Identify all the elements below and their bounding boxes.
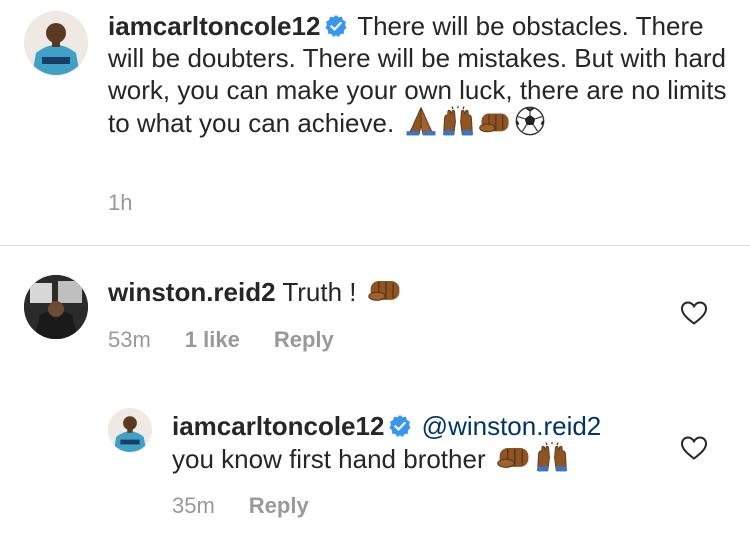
post-username[interactable]: iamcarltoncole12: [108, 11, 320, 41]
oncoming-fist-icon: [478, 108, 512, 136]
reply-text: you know first hand brother: [172, 444, 486, 474]
comment-timestamp[interactable]: 53m: [108, 327, 151, 353]
reply-timestamp[interactable]: 35m: [172, 493, 215, 519]
avatar[interactable]: [108, 408, 152, 452]
verified-badge-icon: [388, 414, 412, 438]
divider: [0, 245, 750, 246]
comment-meta: 53m 1 like Reply: [108, 327, 334, 353]
oncoming-fist-icon: [367, 275, 403, 305]
verified-badge-icon: [324, 14, 348, 38]
reply-button[interactable]: Reply: [274, 327, 334, 353]
avatar[interactable]: [24, 275, 88, 339]
soccer-ball-icon: [515, 106, 545, 136]
post-timestamp[interactable]: 1h: [108, 190, 132, 216]
comment-body: winston.reid2 Truth !: [108, 275, 648, 308]
raising-hands-icon: [535, 442, 569, 472]
like-heart-icon[interactable]: [680, 435, 708, 461]
post-meta: 1h: [108, 190, 132, 216]
folded-hands-icon: [404, 106, 438, 136]
reply-meta: 35m Reply: [172, 493, 309, 519]
oncoming-fist-icon: [496, 442, 532, 472]
avatar[interactable]: [24, 11, 88, 75]
comment-username[interactable]: winston.reid2: [108, 277, 276, 307]
reply-mention-link[interactable]: @winston.reid2: [422, 411, 602, 441]
like-heart-icon[interactable]: [680, 300, 708, 326]
raising-hands-icon: [441, 106, 475, 136]
reply-body: iamcarltoncole12 @winston.reid2 you know…: [172, 410, 652, 475]
reply-username[interactable]: iamcarltoncole12: [172, 411, 384, 441]
comment-like-count[interactable]: 1 like: [185, 327, 240, 353]
reply-button[interactable]: Reply: [249, 493, 309, 519]
post-caption: iamcarltoncole12 There will be obstacles…: [108, 10, 728, 139]
comment-text: Truth !: [282, 277, 357, 307]
